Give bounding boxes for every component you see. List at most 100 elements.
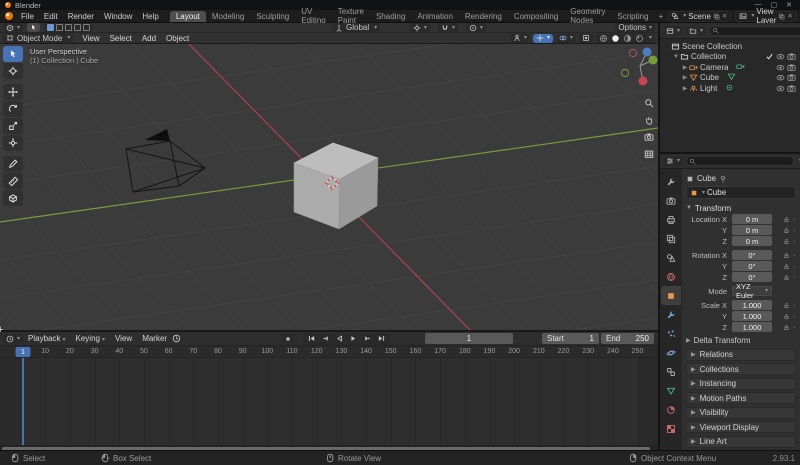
properties-tab-object[interactable] bbox=[661, 286, 681, 305]
editor-type-selector[interactable]: ▾ bbox=[3, 23, 24, 32]
workspace-tab-modeling[interactable]: Modeling bbox=[206, 11, 250, 22]
eye-toggle[interactable] bbox=[775, 84, 786, 93]
checkbox-toggle[interactable] bbox=[764, 52, 775, 61]
object-name-field[interactable]: ▾ Cube bbox=[686, 186, 796, 199]
eye-toggle[interactable] bbox=[775, 52, 786, 61]
timeline-track-area[interactable] bbox=[0, 358, 658, 445]
outliner-row-light[interactable]: ▶ Light bbox=[660, 83, 800, 94]
nav-pan-button[interactable] bbox=[642, 113, 655, 126]
value-field[interactable]: 1.000 bbox=[732, 322, 772, 332]
properties-tab-constraints[interactable] bbox=[661, 362, 681, 381]
menu-edit[interactable]: Edit bbox=[39, 12, 63, 21]
workspace-tab-sculpting[interactable]: Sculpting bbox=[250, 11, 295, 22]
proportional-editing-dropdown[interactable]: ▾ bbox=[466, 23, 487, 32]
transform-panel-header[interactable]: ▼ Transform bbox=[686, 202, 796, 214]
properties-tab-output[interactable] bbox=[661, 210, 681, 229]
workspace-tab-shading[interactable]: Shading bbox=[370, 11, 411, 22]
transform-orientation-dropdown[interactable]: Global ▾ bbox=[332, 23, 381, 32]
auto-keying-button[interactable] bbox=[281, 334, 295, 343]
workspace-tab-rendering[interactable]: Rendering bbox=[459, 11, 508, 22]
shading-wireframe-icon[interactable] bbox=[599, 34, 608, 43]
outliner-row-cube[interactable]: ▶ Cube bbox=[660, 73, 800, 84]
panel-line-art[interactable]: ▶ Line Art bbox=[686, 435, 796, 448]
panel-collections[interactable]: ▶ Collections bbox=[686, 363, 796, 375]
timeline-menu-view[interactable]: View bbox=[110, 334, 137, 343]
snapping-dropdown[interactable]: ▾ bbox=[438, 23, 459, 32]
camera-toggle[interactable] bbox=[786, 52, 797, 61]
menu-window[interactable]: Window bbox=[99, 12, 137, 21]
lock-icon[interactable] bbox=[783, 313, 790, 320]
eye-toggle[interactable] bbox=[775, 73, 786, 82]
new-view-layer-icon[interactable] bbox=[778, 13, 785, 20]
eye-toggle[interactable] bbox=[775, 63, 786, 72]
panel-viewport-display[interactable]: ▶ Viewport Display bbox=[686, 421, 796, 433]
mode-toggle-group[interactable] bbox=[44, 23, 94, 32]
options-dropdown[interactable]: Options ▾ bbox=[615, 23, 655, 32]
disclosure-icon[interactable]: ▶ bbox=[681, 85, 689, 92]
properties-tab-render[interactable] bbox=[661, 191, 681, 210]
viewport-menu-view[interactable]: View bbox=[77, 34, 104, 43]
value-field[interactable]: 1.000 bbox=[732, 300, 772, 310]
timeline-menu-marker[interactable]: Marker bbox=[137, 334, 172, 343]
properties-search-input[interactable] bbox=[686, 156, 795, 166]
play-reverse-button[interactable] bbox=[333, 333, 346, 344]
viewport-menu-add[interactable]: Add bbox=[137, 34, 161, 43]
view-layer-selector[interactable]: ▾ View Layer ✕ bbox=[735, 7, 797, 25]
mode-square-4[interactable] bbox=[83, 24, 91, 31]
tool-move[interactable] bbox=[3, 84, 23, 100]
delta-transform-panel-header[interactable]: ▶ Delta Transform bbox=[686, 334, 796, 346]
lock-icon[interactable] bbox=[783, 274, 790, 281]
pin-icon[interactable] bbox=[719, 175, 727, 183]
timeline-menu-keying[interactable]: Keying ▾ bbox=[71, 334, 110, 343]
shading-rendered-icon[interactable] bbox=[635, 34, 644, 43]
tool-measure[interactable] bbox=[3, 173, 23, 189]
value-field[interactable]: 1.000 bbox=[732, 311, 772, 321]
next-keyframe-button[interactable] bbox=[361, 333, 374, 344]
remove-view-layer-icon[interactable]: ✕ bbox=[787, 12, 792, 20]
value-field[interactable]: 0° bbox=[732, 272, 772, 282]
viewport-3d[interactable]: User Perspective (1) Collection | Cube bbox=[0, 44, 658, 330]
pivot-point-dropdown[interactable]: ▾ bbox=[410, 23, 431, 32]
play-button[interactable] bbox=[347, 333, 360, 344]
jump-to-end-button[interactable] bbox=[375, 333, 388, 344]
lock-icon[interactable] bbox=[783, 252, 790, 259]
outliner-row-collection[interactable]: ▼ Collection bbox=[660, 52, 800, 63]
timeline-ruler[interactable]: 10 20 30 40 50 60 70 80 90 100 110 120 130 140 150 160 1… bbox=[0, 346, 658, 358]
lock-icon[interactable] bbox=[783, 238, 790, 245]
mode-square-3[interactable] bbox=[74, 24, 82, 31]
properties-tab-material[interactable] bbox=[661, 400, 681, 419]
lock-icon[interactable] bbox=[783, 324, 790, 331]
blender-menu-logo-icon[interactable] bbox=[4, 11, 14, 21]
lock-icon[interactable] bbox=[783, 263, 790, 270]
properties-editor-type[interactable]: ▾ bbox=[663, 156, 684, 166]
workspace-tab-scripting[interactable]: Scripting bbox=[611, 11, 654, 22]
close-button[interactable]: ✕ bbox=[786, 1, 792, 9]
current-frame-field[interactable]: 1 bbox=[425, 333, 513, 344]
show-object-types-dropdown[interactable]: ▾ bbox=[509, 33, 530, 43]
properties-tab-physics[interactable] bbox=[661, 343, 681, 362]
tool-transform[interactable] bbox=[3, 135, 23, 151]
camera-toggle[interactable] bbox=[786, 63, 797, 72]
panel-visibility[interactable]: ▶ Visibility bbox=[686, 406, 796, 419]
tool-cursor[interactable] bbox=[3, 63, 23, 79]
mode-dropdown[interactable]: Object Mode ▾ bbox=[3, 33, 74, 43]
nav-toggle-camera-view-button[interactable] bbox=[642, 130, 655, 143]
xray-toggle[interactable] bbox=[578, 33, 593, 43]
disclosure-icon[interactable]: ▼ bbox=[672, 54, 680, 60]
outliner-search-input[interactable] bbox=[709, 25, 800, 36]
workspace-tab-compositing[interactable]: Compositing bbox=[508, 11, 564, 22]
unlink-scene-icon[interactable]: ✕ bbox=[722, 12, 727, 20]
value-field[interactable]: 0 m bbox=[732, 214, 772, 224]
outliner-display-mode-dropdown[interactable]: ▾ bbox=[663, 26, 684, 35]
camera-toggle[interactable] bbox=[786, 84, 797, 93]
tool-add-cube[interactable] bbox=[3, 190, 23, 206]
value-field[interactable]: 0° bbox=[732, 261, 772, 271]
panel-instancing[interactable]: ▶ Instancing bbox=[686, 377, 796, 390]
new-scene-icon[interactable] bbox=[713, 13, 720, 20]
outliner-collection-dropdown[interactable]: ▾ bbox=[686, 26, 707, 35]
overlays-dropdown[interactable]: ▾ bbox=[555, 33, 576, 43]
playhead[interactable] bbox=[22, 358, 24, 445]
menu-help[interactable]: Help bbox=[137, 12, 163, 21]
disclosure-icon[interactable]: ▶ bbox=[681, 64, 689, 71]
properties-tab-view-layer[interactable] bbox=[661, 229, 681, 248]
